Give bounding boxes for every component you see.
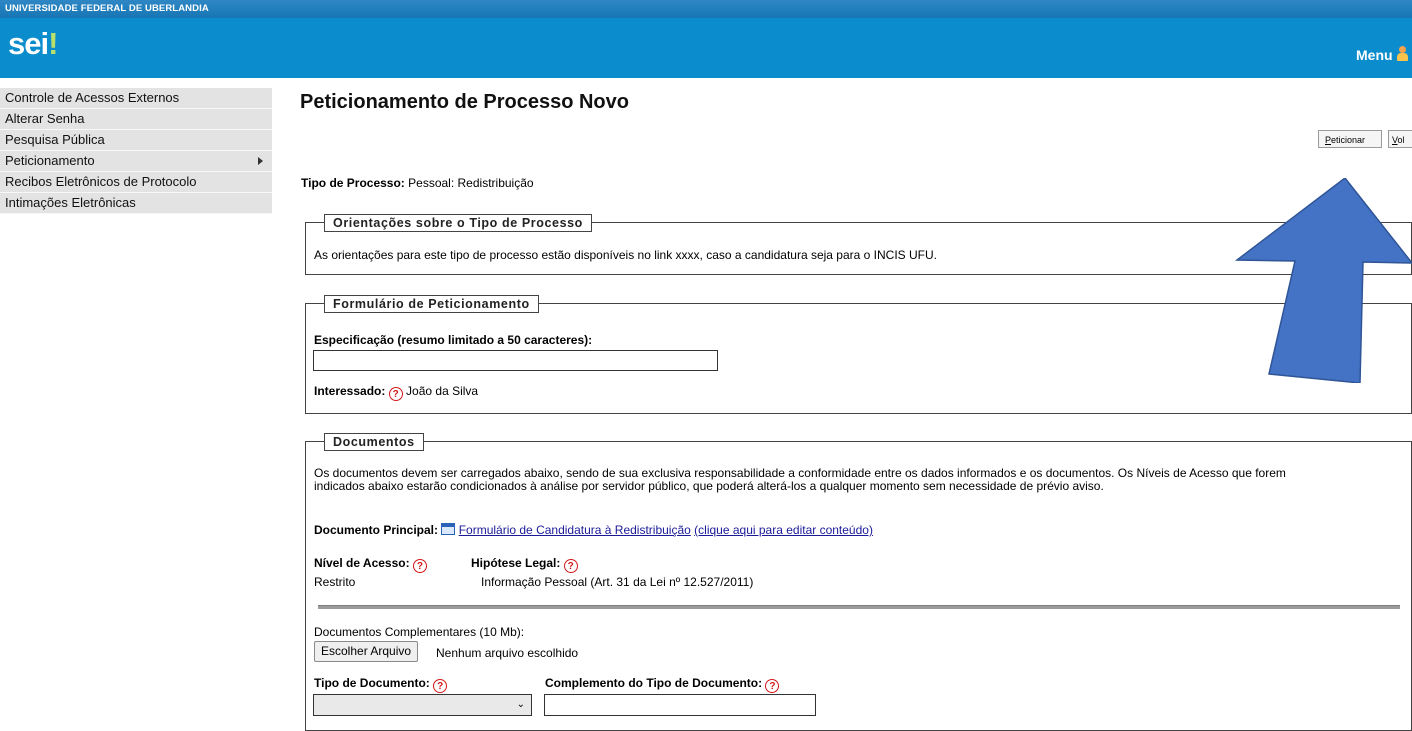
hipotese-legal-value: Informação Pessoal (Art. 31 da Lei nº 12… bbox=[481, 575, 754, 589]
formulario-legend: Formulário de Peticionamento bbox=[324, 295, 539, 313]
sei-logo[interactable]: sei! bbox=[8, 24, 58, 64]
interessado-row: Interessado: ? João da Silva bbox=[314, 384, 478, 401]
annotation-arrow-shape bbox=[1235, 178, 1412, 383]
section-divider bbox=[318, 605, 1400, 609]
tipo-processo-label: Tipo de Processo: bbox=[301, 176, 405, 190]
help-icon[interactable]: ? bbox=[563, 559, 578, 573]
help-icon[interactable]: ? bbox=[765, 679, 780, 693]
sidebar-item-label: Recibos Eletrônicos de Protocolo bbox=[5, 174, 197, 189]
sidebar-item-recibos[interactable]: Recibos Eletrônicos de Protocolo bbox=[0, 172, 272, 193]
sidebar-item-pesquisa-publica[interactable]: Pesquisa Pública bbox=[0, 130, 272, 151]
logo-suffix: ! bbox=[48, 26, 58, 61]
help-icon[interactable]: ? bbox=[388, 387, 403, 401]
interessado-value: João da Silva bbox=[406, 384, 479, 398]
user-icon[interactable] bbox=[1396, 44, 1412, 64]
submenu-arrow-icon bbox=[258, 157, 263, 165]
help-icon[interactable]: ? bbox=[412, 559, 427, 573]
documentos-intro-line2: indicados abaixo estarão condicionados à… bbox=[314, 479, 1104, 493]
help-icon[interactable]: ? bbox=[433, 679, 448, 693]
university-name: UNIVERSIDADE FEDERAL DE UBERLANDIA bbox=[5, 3, 209, 14]
voltar-label: ol bbox=[1397, 135, 1405, 145]
nivel-acesso-value: Restrito bbox=[314, 575, 356, 589]
sidebar-item-label: Controle de Acessos Externos bbox=[5, 90, 180, 105]
sidebar-item-intimacoes[interactable]: Intimações Eletrônicas bbox=[0, 193, 272, 214]
tipo-processo: Tipo de Processo: Pessoal: Redistribuiçã… bbox=[301, 176, 534, 190]
choose-file-button[interactable]: Escolher Arquivo bbox=[314, 641, 419, 662]
interessado-label: Interessado: bbox=[314, 384, 386, 398]
documentos-fieldset: Documentos Os documentos devem ser carre… bbox=[305, 433, 1412, 731]
especificacao-input[interactable] bbox=[313, 350, 718, 371]
documento-principal-label: Documento Principal: bbox=[314, 523, 439, 537]
page-title: Peticionamento de Processo Novo bbox=[300, 91, 629, 113]
university-strip: UNIVERSIDADE FEDERAL DE UBERLANDIA bbox=[0, 0, 1412, 18]
documento-principal-link[interactable]: Formulário de Candidatura à Redistribuiç… bbox=[459, 523, 691, 537]
logo-text: sei bbox=[8, 26, 49, 61]
menu-button[interactable]: Menu bbox=[1356, 47, 1393, 63]
annotation-arrow-icon bbox=[1235, 178, 1412, 383]
chevron-down-icon: ⌄ bbox=[516, 699, 525, 710]
documento-principal-row: Documento Principal: Formulário de Candi… bbox=[314, 523, 873, 537]
tipo-documento-label: Tipo de Documento: bbox=[314, 676, 430, 690]
tipo-documento-label-row: Tipo de Documento: ? bbox=[314, 676, 448, 693]
sidebar-item-peticionamento[interactable]: Peticionamento bbox=[0, 151, 272, 172]
sidebar-item-label: Alterar Senha bbox=[5, 111, 85, 126]
user-icon-head bbox=[1399, 46, 1406, 53]
hipotese-legal-group: Hipótese Legal: ? Informação Pessoal (Ar… bbox=[471, 556, 753, 589]
orientacoes-legend: Orientações sobre o Tipo de Processo bbox=[324, 214, 592, 232]
document-icon[interactable] bbox=[441, 523, 456, 535]
hipotese-legal-label: Hipótese Legal: bbox=[471, 556, 561, 570]
complemento-label: Complemento do Tipo de Documento: bbox=[545, 676, 763, 690]
file-status: Nenhum arquivo escolhido bbox=[436, 646, 579, 660]
sidebar-item-label: Intimações Eletrônicas bbox=[5, 195, 136, 210]
documentos-intro: Os documentos devem ser carregados abaix… bbox=[314, 467, 1404, 493]
complemento-label-row: Complemento do Tipo de Documento: ? bbox=[545, 676, 780, 693]
user-icon-body bbox=[1397, 53, 1408, 61]
top-header: UNIVERSIDADE FEDERAL DE UBERLANDIA sei! … bbox=[0, 0, 1412, 78]
tipo-processo-value: Pessoal: Redistribuição bbox=[408, 176, 534, 190]
peticionar-label: eticionar bbox=[1331, 135, 1366, 145]
voltar-button[interactable]: Vol bbox=[1388, 130, 1412, 148]
sidebar-menu: Controle de Acessos Externos Alterar Sen… bbox=[0, 88, 272, 214]
sidebar-item-alterar-senha[interactable]: Alterar Senha bbox=[0, 109, 272, 130]
documentos-legend: Documentos bbox=[324, 433, 424, 451]
especificacao-label: Especificação (resumo limitado a 50 cara… bbox=[314, 333, 593, 347]
sidebar-item-controle-acessos[interactable]: Controle de Acessos Externos bbox=[0, 88, 272, 109]
orientacoes-text: As orientações para este tipo de process… bbox=[314, 248, 937, 262]
editar-conteudo-link[interactable]: (clique aqui para editar conteúdo) bbox=[694, 523, 873, 537]
nivel-acesso-group: Nível de Acesso: ? Restrito bbox=[314, 556, 427, 589]
sidebar-item-label: Pesquisa Pública bbox=[5, 132, 105, 147]
sidebar-item-label: Peticionamento bbox=[5, 153, 95, 168]
complementares-label: Documentos Complementares (10 Mb): bbox=[314, 625, 525, 639]
peticionar-button[interactable]: Peticionar bbox=[1318, 130, 1382, 148]
nivel-acesso-label: Nível de Acesso: bbox=[314, 556, 410, 570]
